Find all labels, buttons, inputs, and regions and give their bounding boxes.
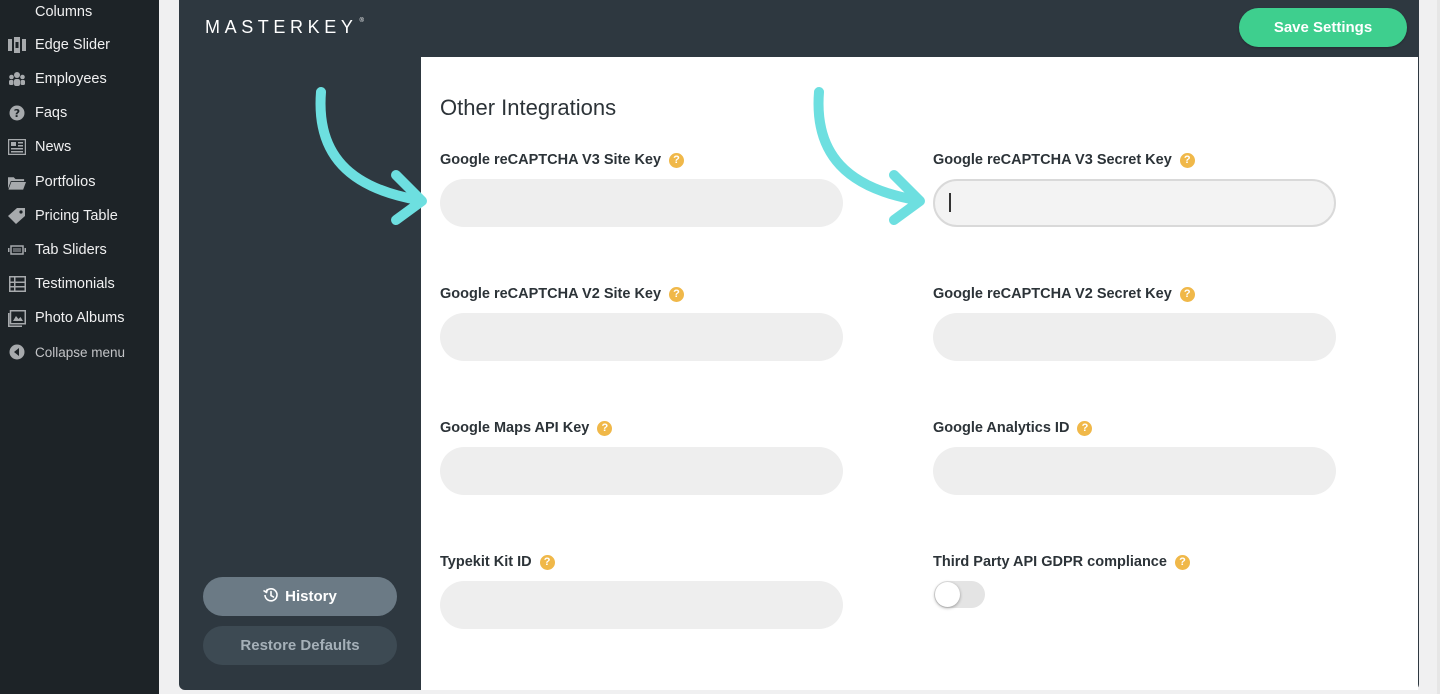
help-icon[interactable]: ? <box>1179 286 1195 302</box>
recaptcha-v2-secret-key-input[interactable] <box>933 313 1336 361</box>
menu-item-label: Portfolios <box>35 174 96 190</box>
recaptcha-v3-secret-key-input[interactable] <box>933 179 1336 227</box>
menu-item-label: Edge Slider <box>35 37 110 53</box>
help-icon[interactable]: ? <box>1179 152 1195 168</box>
google-analytics-id-input[interactable] <box>933 447 1336 495</box>
menu-item-testimonials[interactable]: Testimonials <box>0 267 159 301</box>
menu-item-label: Tab Sliders <box>35 242 107 258</box>
toggle-knob <box>935 582 960 607</box>
recaptcha-v2-secret-key-label: Google reCAPTCHA V2 Secret Key ? <box>933 286 1195 302</box>
field-label-text: Google reCAPTCHA V2 Site Key <box>440 286 662 302</box>
menu-item-photo-albums[interactable]: Photo Albums <box>0 301 159 335</box>
news-icon <box>8 139 26 155</box>
help-icon[interactable]: ? <box>1174 554 1190 570</box>
help-icon: ? <box>8 105 26 121</box>
panel-header: MASTERKEY ® Save Settings <box>179 0 1419 57</box>
history-button[interactable]: History <box>203 577 397 616</box>
field-label-text: Third Party API GDPR compliance <box>933 554 1167 570</box>
help-icon[interactable]: ? <box>597 420 613 436</box>
collapse-icon <box>8 344 26 360</box>
menu-item-edge-slider[interactable]: Edge Slider <box>0 28 159 62</box>
integrations-content: Other Integrations Google reCAPTCHA V3 S… <box>421 57 1418 690</box>
menu-item-employees[interactable]: Employees <box>0 62 159 96</box>
folder-icon <box>8 174 26 190</box>
google-maps-api-key-input[interactable] <box>440 447 843 495</box>
text-caret <box>949 193 951 212</box>
admin-sidebar: Columns Edge Slider Employees ? Faqs New… <box>0 0 159 694</box>
menu-item-faqs[interactable]: ? Faqs <box>0 96 159 130</box>
menu-item-columns[interactable]: Columns <box>0 0 159 29</box>
help-icon[interactable]: ? <box>669 152 685 168</box>
logo-mark: ® <box>359 18 364 24</box>
menu-item-label: Pricing Table <box>35 208 118 224</box>
menu-item-tab-sliders[interactable]: Tab Sliders <box>0 233 159 267</box>
help-icon[interactable]: ? <box>1077 420 1093 436</box>
menu-item-pricing-table[interactable]: Pricing Table <box>0 199 159 233</box>
gdpr-compliance-toggle[interactable] <box>934 581 985 608</box>
field-label-text: Google Analytics ID <box>933 420 1070 436</box>
google-maps-api-key-label: Google Maps API Key ? <box>440 420 613 436</box>
section-title: Other Integrations <box>440 95 617 120</box>
history-icon <box>263 587 279 607</box>
slider-icon <box>8 37 26 53</box>
tag-icon <box>8 208 26 224</box>
typekit-kit-id-input[interactable] <box>440 581 843 629</box>
panel-side: History Restore Defaults <box>179 57 421 690</box>
settings-panel: MASTERKEY ® Save Settings History Restore… <box>179 0 1419 690</box>
google-analytics-id-label: Google Analytics ID ? <box>933 420 1093 436</box>
logo-text: MASTERKEY <box>205 17 358 37</box>
field-label-text: Google reCAPTCHA V2 Secret Key <box>933 286 1172 302</box>
menu-item-label: Faqs <box>35 105 68 121</box>
field-label-text: Google reCAPTCHA V3 Secret Key <box>933 152 1172 168</box>
recaptcha-v3-site-key-input[interactable] <box>440 179 843 227</box>
groups-icon <box>8 71 26 87</box>
menu-item-portfolios[interactable]: Portfolios <box>0 165 159 199</box>
help-icon[interactable]: ? <box>669 286 685 302</box>
gallery-icon <box>8 309 26 327</box>
menu-item-label: Columns <box>35 4 93 20</box>
recaptcha-v3-secret-key-label: Google reCAPTCHA V3 Secret Key ? <box>933 152 1195 168</box>
restore-defaults-button[interactable]: Restore Defaults <box>203 626 397 665</box>
field-label-text: Typekit Kit ID <box>440 554 532 570</box>
help-icon[interactable]: ? <box>539 554 555 570</box>
field-label-text: Google Maps API Key <box>440 420 590 436</box>
layout-icon <box>8 276 26 292</box>
tabs-icon <box>8 242 26 258</box>
save-settings-button[interactable]: Save Settings <box>1239 8 1407 47</box>
typekit-kit-id-label: Typekit Kit ID ? <box>440 554 555 570</box>
menu-item-label: News <box>35 139 72 155</box>
recaptcha-v2-site-key-input[interactable] <box>440 313 843 361</box>
menu-item-label: Employees <box>35 71 107 87</box>
recaptcha-v2-site-key-label: Google reCAPTCHA V2 Site Key ? <box>440 286 685 302</box>
menu-item-label: Collapse menu <box>35 344 126 360</box>
gdpr-compliance-label: Third Party API GDPR compliance ? <box>933 554 1190 570</box>
history-label: History <box>285 588 337 605</box>
recaptcha-v3-secret-key-wrapper <box>933 179 1336 227</box>
masterkey-logo: MASTERKEY ® <box>205 17 364 38</box>
collapse-menu-button[interactable]: Collapse menu <box>0 335 159 369</box>
menu-item-news[interactable]: News <box>0 130 159 164</box>
menu-item-label: Photo Albums <box>35 310 125 326</box>
recaptcha-v3-site-key-label: Google reCAPTCHA V3 Site Key ? <box>440 152 685 168</box>
svg-text:?: ? <box>14 107 20 120</box>
field-label-text: Google reCAPTCHA V3 Site Key <box>440 152 662 168</box>
menu-item-label: Testimonials <box>35 276 115 292</box>
